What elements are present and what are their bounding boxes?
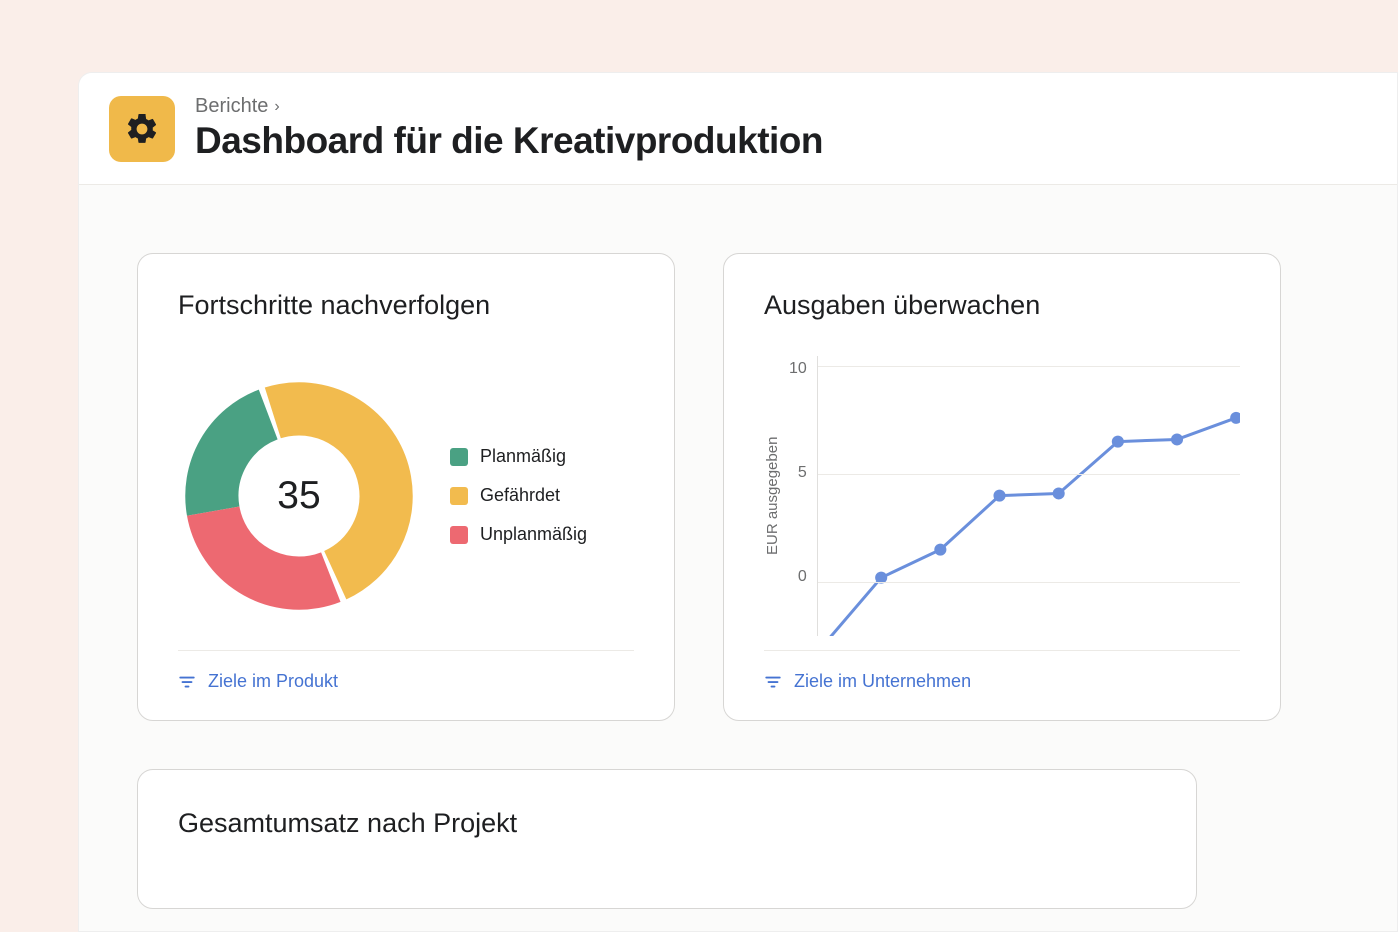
gridline xyxy=(818,582,1240,583)
breadcrumb-parent[interactable]: Berichte xyxy=(195,95,268,118)
gear-icon xyxy=(124,111,160,147)
card-progress-footer[interactable]: Ziele im Produkt xyxy=(178,650,634,692)
y-tick-10: 10 xyxy=(789,360,807,378)
dashboard-cards: Fortschritte nachverfolgen 35 xyxy=(79,185,1397,932)
card-revenue-title: Gesamtumsatz nach Projekt xyxy=(178,808,1156,839)
swatch-green xyxy=(450,448,468,466)
line-chart: EUR ausgegeben 10 5 0 xyxy=(764,356,1240,636)
chevron-right-icon: › xyxy=(274,98,279,116)
y-tick-0: 0 xyxy=(789,568,807,586)
page-header: Berichte › Dashboard für die Kreativprod… xyxy=(79,73,1397,185)
card-spending-footer-link[interactable]: Ziele im Unternehmen xyxy=(794,671,971,692)
gridline xyxy=(818,366,1240,367)
card-progress: Fortschritte nachverfolgen 35 xyxy=(137,253,675,721)
filter-icon xyxy=(764,673,782,691)
legend-off-track-label: Unplanmäßig xyxy=(480,524,587,545)
card-spending-footer[interactable]: Ziele im Unternehmen xyxy=(764,650,1240,692)
line-svg xyxy=(818,356,1240,636)
page-title: Dashboard für die Kreativproduktion xyxy=(195,120,823,162)
main-panel: Berichte › Dashboard für die Kreativprod… xyxy=(78,72,1398,932)
gridline xyxy=(818,474,1240,475)
legend-on-track-label: Planmäßig xyxy=(480,446,566,467)
y-ticks: 10 5 0 xyxy=(789,356,817,586)
donut-chart: 35 xyxy=(178,375,420,617)
card-spending-body: EUR ausgegeben 10 5 0 xyxy=(764,341,1240,650)
filter-icon xyxy=(178,673,196,691)
card-spending: Ausgaben überwachen EUR ausgegeben 10 5 … xyxy=(723,253,1281,721)
card-progress-body: 35 Planmäßig Gefährdet Unplanmäßig xyxy=(178,341,634,650)
card-progress-title: Fortschritte nachverfolgen xyxy=(178,290,634,321)
y-tick-5: 5 xyxy=(789,464,807,482)
swatch-red xyxy=(450,526,468,544)
card-progress-footer-link[interactable]: Ziele im Produkt xyxy=(208,671,338,692)
card-spending-title: Ausgaben überwachen xyxy=(764,290,1240,321)
legend-at-risk-label: Gefährdet xyxy=(480,485,560,506)
header-app-icon xyxy=(109,96,175,162)
card-revenue: Gesamtumsatz nach Projekt xyxy=(137,769,1197,909)
y-axis-label: EUR ausgegeben xyxy=(764,356,781,636)
header-text-group: Berichte › Dashboard für die Kreativprod… xyxy=(195,95,823,162)
donut-legend: Planmäßig Gefährdet Unplanmäßig xyxy=(450,446,587,545)
breadcrumb[interactable]: Berichte › xyxy=(195,95,823,118)
legend-at-risk: Gefährdet xyxy=(450,485,587,506)
legend-off-track: Unplanmäßig xyxy=(450,524,587,545)
donut-center-value: 35 xyxy=(178,375,420,617)
plot-area xyxy=(817,356,1240,636)
legend-on-track: Planmäßig xyxy=(450,446,587,467)
swatch-yellow xyxy=(450,487,468,505)
